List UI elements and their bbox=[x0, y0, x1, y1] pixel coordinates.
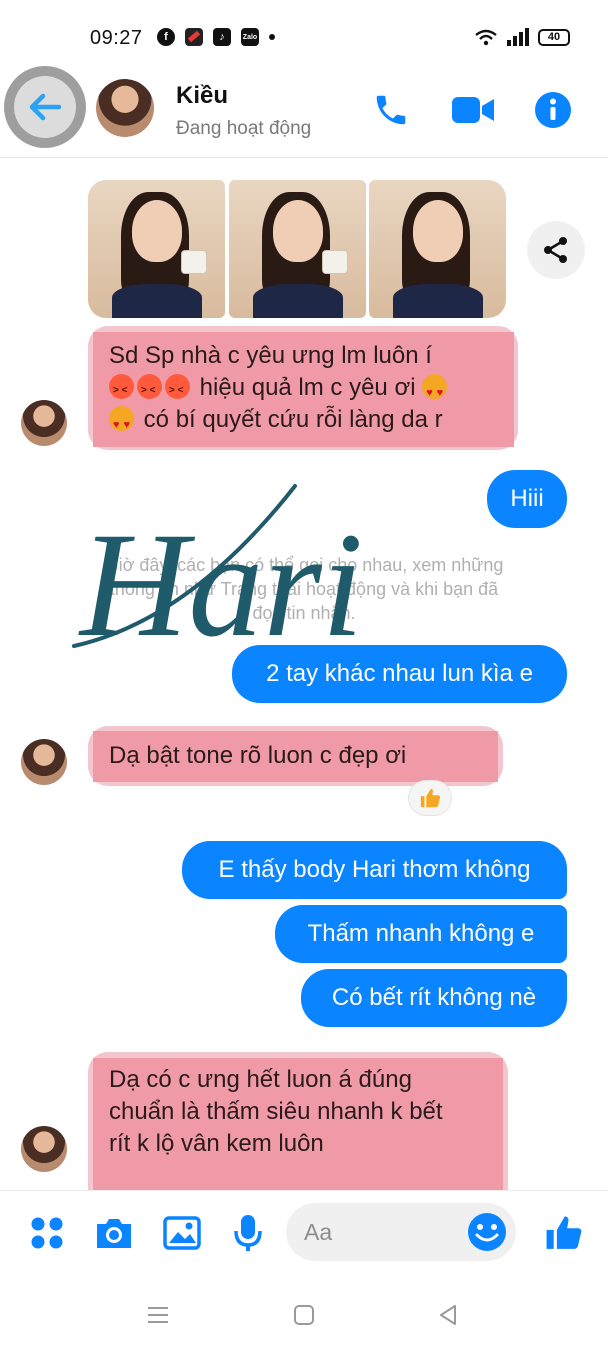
battery-indicator: 40 bbox=[538, 28, 570, 46]
contact-name[interactable]: Kiều bbox=[176, 82, 228, 110]
heart-eyes-icon bbox=[109, 406, 134, 441]
square-home-icon bbox=[294, 1305, 314, 1325]
squinting-face-icon bbox=[109, 374, 134, 407]
phone-icon bbox=[376, 95, 406, 125]
back-button[interactable] bbox=[4, 66, 86, 148]
facebook-icon: f bbox=[157, 28, 175, 46]
gallery-button[interactable] bbox=[160, 1211, 204, 1255]
sender-avatar[interactable] bbox=[21, 400, 67, 446]
tiktok-icon: ♪ bbox=[213, 28, 231, 46]
signal-icon bbox=[507, 28, 529, 46]
squinting-face-icon bbox=[137, 374, 162, 407]
outgoing-message[interactable]: 2 tay khác nhau lun kìa e bbox=[232, 645, 567, 703]
like-button[interactable] bbox=[542, 1211, 586, 1255]
incoming-message[interactable]: Dạ bật tone rõ luon c đẹp ơi bbox=[88, 726, 503, 786]
message-line: Sd Sp nhà c yêu ưng lm luôn í bbox=[109, 342, 432, 369]
message-composer bbox=[0, 1190, 608, 1276]
voice-call-button[interactable] bbox=[369, 88, 413, 132]
status-time: 09:27 bbox=[90, 27, 143, 49]
outgoing-message[interactable]: Hiii bbox=[487, 470, 567, 528]
status-app-icons: f ♪ Zalo bbox=[157, 28, 275, 46]
info-icon bbox=[535, 92, 571, 128]
video-call-button[interactable] bbox=[451, 88, 495, 132]
share-button[interactable] bbox=[527, 221, 585, 279]
contact-status: Đang hoạt động bbox=[176, 118, 312, 139]
message-line: hiệu quả lm c yêu ơi bbox=[109, 372, 518, 409]
recent-apps-button[interactable] bbox=[143, 1300, 173, 1330]
message-line: có bí quyết cứu rỗi làng da r bbox=[109, 404, 518, 441]
thumbs-up-icon bbox=[546, 1216, 582, 1249]
more-notifications-dot bbox=[269, 34, 275, 40]
incoming-message[interactable]: Dạ có c ưng hết luon á đúng chuẩn là thấ… bbox=[88, 1052, 508, 1190]
image-icon bbox=[163, 1216, 201, 1250]
system-navigation-bar bbox=[0, 1276, 608, 1350]
incoming-message[interactable]: Sd Sp nhà c yêu ưng lm luôn í hiệu quả l… bbox=[88, 326, 518, 450]
status-bar: 09:27 f ♪ Zalo 40 bbox=[0, 0, 608, 62]
system-back-button[interactable] bbox=[433, 1300, 463, 1330]
voice-message-button[interactable] bbox=[226, 1211, 270, 1255]
wifi-icon bbox=[475, 29, 497, 46]
sender-avatar[interactable] bbox=[21, 1126, 67, 1172]
grid-dots-icon bbox=[31, 1217, 63, 1249]
camera-button[interactable] bbox=[92, 1211, 136, 1255]
photo-attachment[interactable] bbox=[88, 180, 225, 318]
status-indicators: 40 bbox=[474, 28, 570, 46]
microphone-icon bbox=[234, 1215, 262, 1251]
conversation-header: Kiều Đang hoạt động bbox=[0, 62, 608, 158]
triangle-back-icon bbox=[440, 1305, 456, 1325]
sender-avatar[interactable] bbox=[21, 739, 67, 785]
reaction-badge[interactable] bbox=[408, 780, 452, 816]
outgoing-message[interactable]: Có bết rít không nè bbox=[301, 969, 567, 1027]
info-button[interactable] bbox=[531, 88, 575, 132]
red-app-icon bbox=[185, 28, 203, 46]
outgoing-message[interactable]: Thấm nhanh không e bbox=[275, 905, 567, 963]
message-line: rít k lộ vân kem luôn bbox=[109, 1130, 324, 1157]
more-actions-button[interactable] bbox=[25, 1211, 69, 1255]
camera-icon bbox=[97, 1219, 131, 1248]
squinting-face-icon bbox=[165, 374, 190, 407]
message-text: Sd Sp nhà c yêu ưng lm luôn í hiệu quả l… bbox=[88, 326, 518, 441]
heart-eyes-icon bbox=[422, 374, 448, 409]
menu-lines-icon bbox=[148, 1307, 168, 1323]
thumbs-up-icon bbox=[420, 788, 441, 808]
share-icon bbox=[544, 237, 567, 263]
message-text: Dạ có c ưng hết luon á đúng chuẩn là thấ… bbox=[88, 1052, 508, 1160]
photo-attachment[interactable] bbox=[369, 180, 506, 318]
outgoing-message[interactable]: E thấy body Hari thơm không bbox=[182, 841, 567, 899]
contact-avatar[interactable] bbox=[96, 79, 154, 137]
system-notice: Giờ đây, các bạn có thể gọi cho nhau, xe… bbox=[104, 555, 504, 623]
home-button[interactable] bbox=[289, 1300, 319, 1330]
arrow-left-icon bbox=[29, 93, 62, 121]
message-text: Dạ bật tone rõ luon c đẹp ơi bbox=[109, 742, 407, 769]
smiley-icon bbox=[468, 1213, 506, 1251]
message-line: Dạ có c ưng hết luon á đúng bbox=[109, 1066, 412, 1093]
photo-attachment[interactable] bbox=[229, 180, 366, 318]
zalo-icon: Zalo bbox=[241, 28, 259, 46]
back-button-ring bbox=[14, 76, 76, 138]
message-line: chuẩn là thấm siêu nhanh k bết bbox=[109, 1098, 443, 1125]
video-camera-icon bbox=[452, 97, 494, 123]
emoji-button[interactable] bbox=[466, 1211, 508, 1253]
